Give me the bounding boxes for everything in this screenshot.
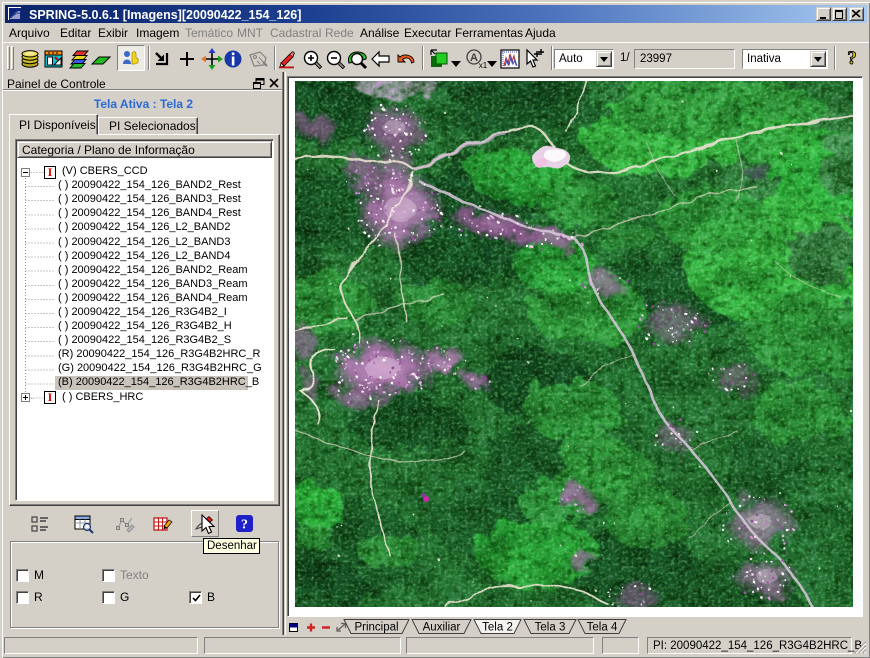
svg-text:Principal: Principal [354, 622, 398, 634]
svg-text:Auxiliar: Auxiliar [423, 622, 461, 634]
svg-text:A: A [470, 52, 478, 64]
svg-text:?: ? [847, 48, 857, 69]
svg-text:Tela 2: Tela 2 [482, 622, 513, 634]
svg-text:?: ? [241, 518, 248, 533]
svg-text:Tela 3: Tela 3 [535, 622, 566, 634]
svg-text:Tela 4: Tela 4 [587, 622, 618, 634]
